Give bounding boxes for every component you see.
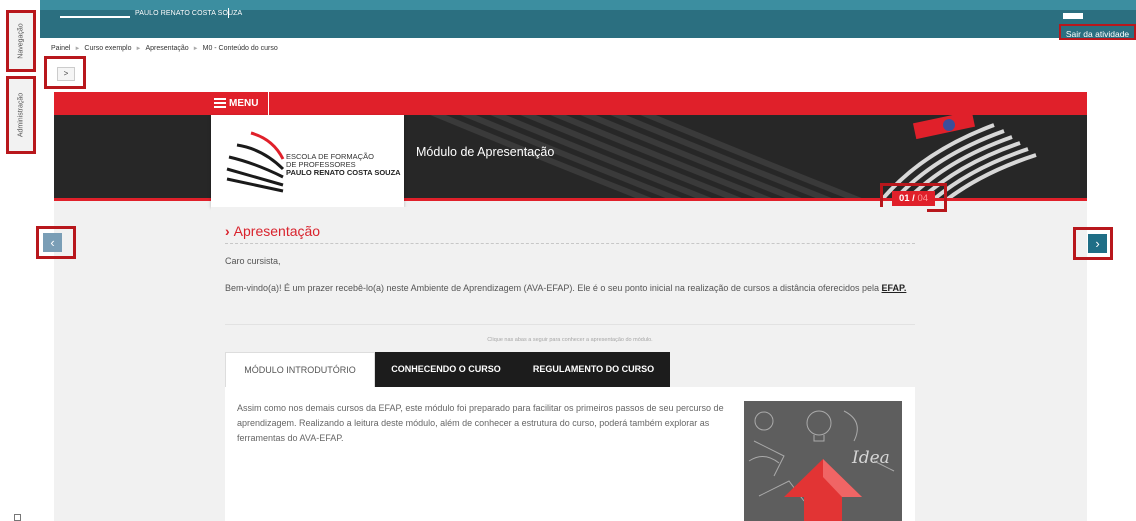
chevron-left-icon: ‹ [50,235,55,250]
prev-page-button[interactable]: ‹ [43,233,62,252]
topbar-separator [228,8,229,18]
tab-modulo-introdutorio[interactable]: MÓDULO INTRODUTÓRIO [225,352,375,387]
breadcrumb-separator-icon: ► [192,45,199,52]
efap-link[interactable]: EFAP. [882,283,907,293]
welcome-text: Bem-vindo(a)! É um prazer recebê-lo(a) n… [225,283,880,293]
idea-illustration-graphic: Idea [744,401,902,521]
welcome-paragraph: Bem-vindo(a)! É um prazer recebê-lo(a) n… [225,281,915,295]
logo-line-3: PAULO RENATO COSTA SOUZA [286,168,401,177]
collapse-blocks-button[interactable]: > [57,67,75,81]
content-separator [225,324,915,325]
breadcrumb-separator-icon: ► [74,45,81,52]
exit-button-top-edge [1063,13,1083,19]
section-divider [225,243,915,244]
tab-panel: Assim como nos demais cursos da EFAP, es… [225,387,915,521]
breadcrumb-item-course[interactable]: Curso exemplo [84,45,131,52]
menu-label: MENU [229,98,259,109]
tab-panel-text: Assim como nos demais cursos da EFAP, es… [237,403,724,443]
idea-word: Idea [851,448,890,468]
breadcrumb-item-painel[interactable]: Painel [51,45,70,52]
breadcrumb-item-current: M0 - Conteúdo do curso [202,45,278,52]
prev-page-button-wrapper: ‹ [36,226,76,259]
page-separator: / [912,193,915,204]
tabs-hint: Clique nas abas a seguir para conhecer a… [487,337,653,343]
administration-tab[interactable]: Administração [6,76,36,154]
efap-logo-icon [226,131,285,193]
module-tabs: MÓDULO INTRODUTÓRIO CONHECENDO O CURSO R… [225,352,670,387]
efap-logo-text: ESCOLA DE FORMAÇÃO DE PROFESSORES PAULO … [286,153,401,177]
dock-icon[interactable] [14,514,21,521]
user-avatar-line [60,16,130,18]
page-counter: 01 / 04 [892,191,935,206]
page-total: 04 [917,193,929,204]
administration-tab-label: Administração [17,92,25,138]
next-page-button[interactable]: › [1088,234,1107,253]
hamburger-icon [214,96,226,110]
course-menu-bar [54,92,1087,115]
breadcrumb-item-section[interactable]: Apresentação [145,45,188,52]
greeting-text: Caro cursista, [225,256,281,266]
next-page-button-wrapper: › [1073,227,1113,260]
section-title-text: Apresentação [233,223,321,239]
collapse-blocks-button-wrapper: > [44,56,86,89]
tab-regulamento-do-curso[interactable]: REGULAMENTO DO CURSO [517,352,670,387]
course-menu-button[interactable]: MENU [212,92,269,115]
chevron-right-icon: › [1095,236,1100,251]
navigation-tab[interactable]: Navegação [6,10,36,72]
section-title: › Apresentação [225,223,320,239]
chevron-right-icon: › [225,223,230,239]
user-name[interactable]: PAULO RENATO COSTA SOUZA [135,10,242,17]
breadcrumb-separator-icon: ► [135,45,142,52]
efap-logo-card: ESCOLA DE FORMAÇÃO DE PROFESSORES PAULO … [211,115,404,207]
page-current: 01 [898,193,910,204]
top-bar: PAULO RENATO COSTA SOUZA [40,8,1136,38]
idea-illustration-image: Idea [744,401,902,521]
tab-conhecendo-o-curso[interactable]: CONHECENDO O CURSO [375,352,517,387]
exit-activity-button[interactable]: Sair da atividade [1059,24,1136,40]
breadcrumb: Painel ► Curso exemplo ► Apresentação ► … [51,45,278,52]
navigation-tab-label: Navegação [17,23,25,59]
module-title: Módulo de Apresentação [416,145,555,159]
